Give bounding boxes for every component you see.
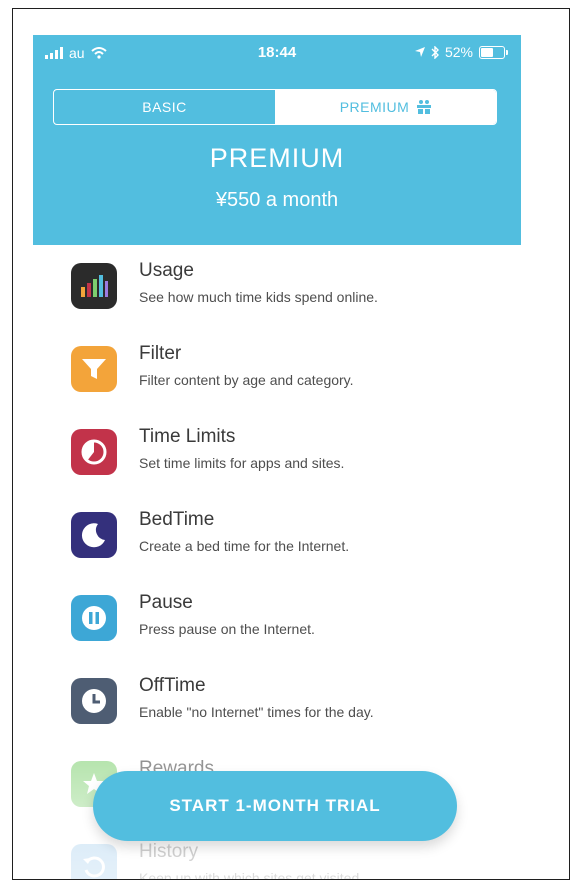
plan-segmented-control: BASIC PREMIUM bbox=[53, 89, 497, 125]
status-right: 52% bbox=[414, 44, 508, 60]
feature-item-bedtime: BedTime Create a bed time for the Intern… bbox=[71, 506, 531, 589]
feature-description: See how much time kids spend online. bbox=[139, 289, 378, 305]
feature-title: History bbox=[139, 841, 199, 862]
feature-title: Filter bbox=[139, 343, 182, 364]
pie-timer-icon bbox=[71, 429, 117, 475]
feature-item-history: History Keep up with which sites get vis… bbox=[71, 838, 531, 880]
feature-item-filter: Filter Filter content by age and categor… bbox=[71, 340, 531, 423]
bluetooth-icon bbox=[431, 45, 439, 59]
plan-price: ¥550 a month bbox=[215, 189, 339, 211]
feature-title: OffTime bbox=[139, 675, 206, 696]
feature-description: Keep up with which sites get visited. bbox=[139, 870, 364, 880]
moon-icon bbox=[71, 512, 117, 558]
feature-title: Time Limits bbox=[139, 426, 236, 447]
feature-title: Usage bbox=[139, 260, 194, 281]
battery-label: 52% bbox=[444, 44, 473, 60]
location-icon bbox=[414, 47, 425, 57]
bar-chart-icon bbox=[71, 263, 117, 309]
history-icon bbox=[71, 844, 117, 879]
feature-description: Set time limits for apps and sites. bbox=[139, 455, 345, 471]
tab-premium[interactable]: PREMIUM bbox=[275, 90, 496, 124]
feature-item-pause: Pause Press pause on the Internet. bbox=[71, 589, 531, 672]
funnel-icon bbox=[71, 346, 117, 392]
plan-header: au 18:44 52% BASIC PREMIUM PREMIUM ¥550 … bbox=[33, 35, 521, 245]
feature-description: Enable "no Internet" times for the day. bbox=[139, 704, 374, 720]
start-trial-label: START 1-MONTH TRIAL bbox=[169, 796, 381, 815]
pause-icon bbox=[71, 595, 117, 641]
phone-frame: au 18:44 52% BASIC PREMIUM PREMIUM ¥550 … bbox=[12, 8, 570, 880]
feature-title: BedTime bbox=[139, 509, 215, 530]
feature-item-usage: Usage See how much time kids spend onlin… bbox=[71, 257, 531, 340]
feature-description: Filter content by age and category. bbox=[139, 372, 354, 388]
plan-title: PREMIUM bbox=[209, 143, 345, 173]
battery-icon bbox=[479, 45, 508, 59]
tab-basic-label: BASIC bbox=[142, 99, 187, 115]
status-bar: au 18:44 52% bbox=[33, 35, 521, 71]
feature-description: Press pause on the Internet. bbox=[139, 621, 315, 637]
start-trial-button[interactable]: START 1-MONTH TRIAL bbox=[93, 771, 457, 841]
gift-icon bbox=[417, 100, 432, 114]
feature-item-offtime: OffTime Enable "no Internet" times for t… bbox=[71, 672, 531, 755]
feature-item-time-limits: Time Limits Set time limits for apps and… bbox=[71, 423, 531, 506]
tab-premium-label: PREMIUM bbox=[339, 99, 410, 115]
clock-icon bbox=[71, 678, 117, 724]
tab-basic[interactable]: BASIC bbox=[54, 90, 275, 124]
feature-description: Create a bed time for the Internet. bbox=[139, 538, 350, 554]
feature-title: Pause bbox=[139, 592, 193, 613]
